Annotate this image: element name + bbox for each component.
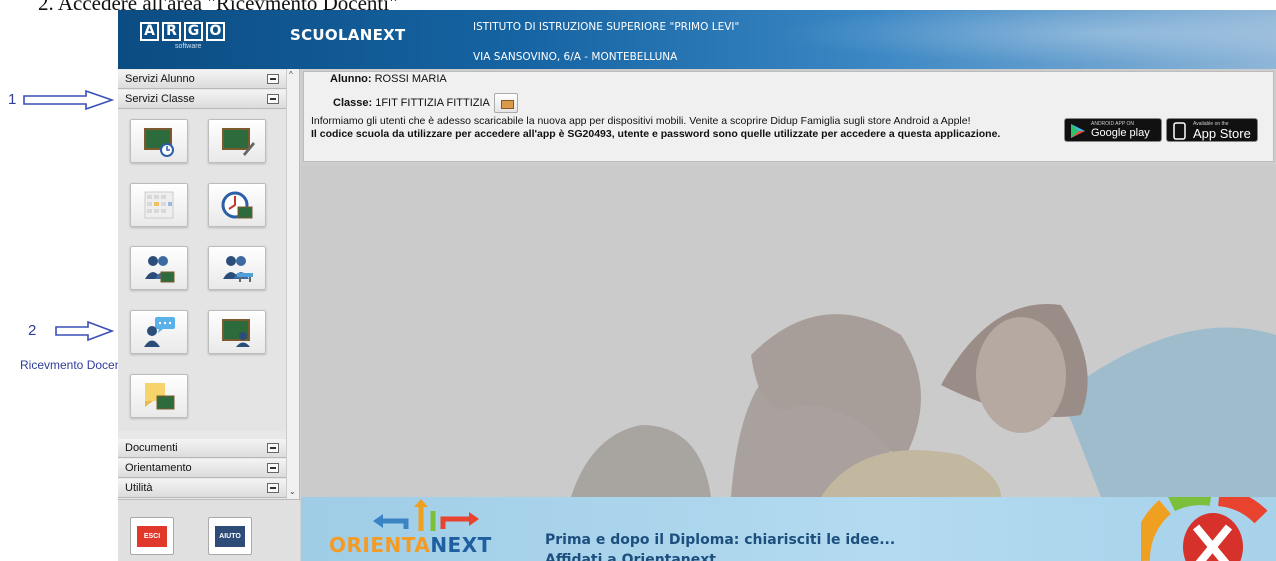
section-documenti[interactable]: Documenti (118, 439, 286, 458)
logo-letter: G (184, 22, 203, 41)
student-label: Alunno: (330, 73, 372, 85)
sidebar-scrollbar[interactable]: ^ ⌄ (286, 69, 299, 499)
logo-subtitle: software (175, 43, 202, 50)
expand-icon[interactable] (267, 483, 279, 493)
tile-presence-board[interactable] (130, 119, 188, 163)
ricevimento-docenti-icon (144, 317, 175, 347)
expand-icon[interactable] (267, 463, 279, 473)
argo-logo: A R G O (140, 22, 225, 41)
annotation-number-1: 1 (8, 91, 17, 108)
annotation-arrow-1-icon (23, 90, 114, 110)
collapse-icon[interactable] (267, 94, 279, 104)
servizi-classe-panel (118, 109, 286, 431)
background-illustration (301, 165, 1276, 497)
class-label: Classe: (333, 97, 373, 109)
section-label: Utilità (125, 482, 153, 494)
section-label: Servizi Alunno (125, 73, 195, 85)
logo-letter: O (206, 22, 225, 41)
notes-board-icon (145, 383, 175, 410)
school-name: ISTITUTO DI ISTRUZIONE SUPERIORE "PRIMO … (473, 21, 740, 33)
teachers-group-icon (145, 256, 175, 283)
clock-board-icon (221, 191, 253, 219)
logo-letter: A (140, 22, 159, 41)
section-label: Orientamento (125, 462, 192, 474)
sidebar-bottom-bar: ESCI AIUTO (118, 499, 300, 561)
logo-part-1: ORIENTA (329, 533, 431, 557)
section-orientamento[interactable]: Orientamento (118, 459, 286, 478)
exit-button-label: ESCI (137, 526, 167, 547)
presence-board-icon (144, 128, 174, 157)
logo-part-2: NEXT (430, 533, 492, 557)
tile-ricevimento-docenti[interactable] (130, 310, 188, 354)
app-store-badge[interactable]: Available on the App Store (1166, 118, 1258, 142)
main-content: Alunno: ROSSI MARIA Classe: 1FIT FITTIZI… (301, 69, 1276, 561)
app-header: A R G O software SCUOLANEXT ISTITUTO DI … (118, 10, 1276, 69)
student-name: ROSSI MARIA (374, 73, 447, 85)
google-play-label: Google play (1091, 127, 1150, 139)
orientanext-logo: ORIENTANEXT (329, 533, 492, 557)
app-store-label: App Store (1193, 126, 1251, 141)
exit-button[interactable]: ESCI (130, 517, 174, 555)
sidebar: Servizi Alunno Servizi Classe Documenti … (118, 69, 300, 561)
section-servizi-alunno[interactable]: Servizi Alunno (118, 70, 286, 89)
tile-calendar-grid[interactable] (130, 183, 188, 227)
class-value: 1FIT FITTIZIA FITTIZIA (375, 97, 490, 109)
google-play-badge[interactable]: ANDROID APP ON Google play (1064, 118, 1162, 142)
section-servizi-classe[interactable]: Servizi Classe (118, 90, 286, 109)
class-select-button[interactable] (493, 93, 518, 113)
tile-board-edit[interactable] (208, 119, 266, 163)
banner-line-2: Affidati a Orientanext. (545, 552, 722, 561)
tile-board-teacher[interactable] (208, 310, 266, 354)
annotation-arrow-2-icon (55, 321, 114, 341)
board-teacher-icon (222, 319, 250, 347)
red-x-wheel-icon (1141, 497, 1268, 561)
app-name: SCUOLANEXT (290, 26, 406, 44)
logo-letter: R (162, 22, 181, 41)
class-line: Classe: 1FIT FITTIZIA FITTIZIA (333, 93, 518, 113)
google-play-icon (1071, 124, 1085, 138)
phone-icon (1173, 122, 1186, 140)
app-window: A R G O software SCUOLANEXT ISTITUTO DI … (118, 10, 1276, 561)
orientanext-arrows-icon (373, 499, 479, 531)
banner-line-1: Prima e dopo il Diploma: chiarisciti le … (545, 532, 896, 548)
scroll-down-icon[interactable]: ⌄ (289, 487, 296, 496)
student-info-panel: Alunno: ROSSI MARIA Classe: 1FIT FITTIZI… (303, 71, 1274, 162)
help-button-label: AIUTO (215, 526, 245, 547)
expand-icon[interactable] (267, 74, 279, 84)
student-line: Alunno: ROSSI MARIA (330, 73, 447, 85)
tile-clock-board[interactable] (208, 183, 266, 227)
section-label: Servizi Classe (125, 93, 195, 105)
expand-icon[interactable] (267, 443, 279, 453)
orientanext-banner[interactable]: ORIENTANEXT Prima e dopo il Diploma: chi… (301, 497, 1276, 561)
app-notice-line-2: Il codice scuola da utilizzare per acced… (311, 128, 1001, 140)
tile-teachers-group[interactable] (130, 246, 188, 290)
board-edit-icon (222, 128, 255, 156)
tile-notes-board[interactable] (130, 374, 188, 418)
calendar-grid-icon (144, 191, 174, 219)
teachers-desk-icon (223, 256, 253, 282)
annotation-tooltip-label: Ricevmento Docenti (20, 358, 128, 372)
annotation-number-2: 2 (28, 322, 37, 339)
banner-text: Prima e dopo il Diploma: chiarisciti le … (545, 530, 895, 561)
section-utilita[interactable]: Utilità (118, 479, 286, 498)
scroll-up-icon[interactable]: ^ (289, 70, 293, 79)
school-address: VIA SANSOVINO, 6/A - MONTEBELLUNA (473, 51, 678, 63)
tile-teachers-desk[interactable] (208, 246, 266, 290)
help-button[interactable]: AIUTO (208, 517, 252, 555)
section-label: Documenti (125, 442, 178, 454)
app-notice-line-1: Informiamo gli utenti che è adesso scari… (311, 115, 971, 127)
